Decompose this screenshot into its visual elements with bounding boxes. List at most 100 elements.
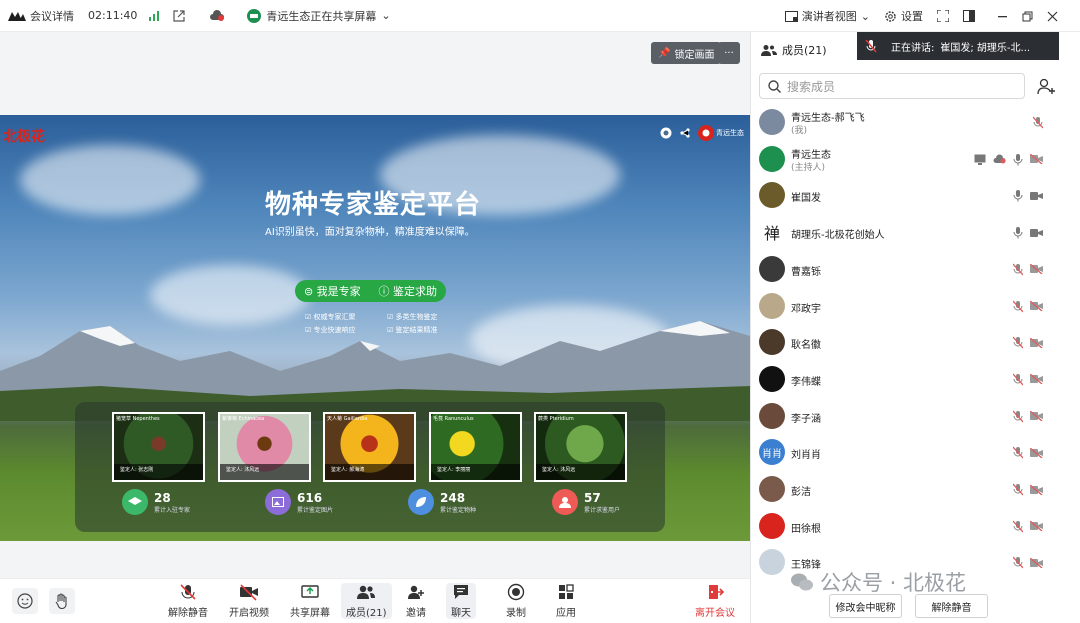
mic-off-icon xyxy=(1013,520,1023,533)
members-header-label: 成员(21) xyxy=(782,44,827,57)
member-role: (主持人) xyxy=(791,162,826,173)
member-row[interactable]: 曹嘉铄 xyxy=(751,251,1080,287)
expert-button[interactable]: ⊜ 我是专家 xyxy=(304,283,361,299)
mic-icon xyxy=(1013,189,1023,202)
settings-button[interactable]: 设置 xyxy=(884,8,923,24)
members-header: 成员(21) xyxy=(761,42,827,58)
member-search-input[interactable]: 搜索成员 xyxy=(759,73,1025,99)
meeting-timer: 02:11:40 xyxy=(88,9,138,22)
restore-icon[interactable] xyxy=(1022,11,1033,22)
logo-icon xyxy=(8,11,26,21)
member-row[interactable]: 彭洁 xyxy=(751,471,1080,507)
feature-item: ☑ 鉴定结果精准 xyxy=(387,326,438,334)
chevron-down-icon: ⌄ xyxy=(381,9,391,22)
member-name: 青远生态-郝飞飞 xyxy=(791,113,865,124)
member-row[interactable]: 禅胡理乐-北极花创始人 xyxy=(751,214,1080,250)
camera-off-icon xyxy=(1030,447,1043,458)
member-name: 胡理乐-北极花创始人 xyxy=(791,230,885,242)
slide-title: 物种专家鉴定平台 xyxy=(265,190,482,220)
member-status-icons xyxy=(1013,263,1043,276)
meeting-details[interactable]: 会议详情 xyxy=(8,8,74,24)
pin-icon: 📌 xyxy=(658,47,671,59)
invite-button[interactable]: 邀请 xyxy=(406,583,426,619)
member-row[interactable]: 青远生态 (主持人) xyxy=(751,141,1080,177)
member-status-icons xyxy=(974,153,1043,166)
cta-group: ⊜ 我是专家 ⓘ 鉴定求助 xyxy=(295,280,446,302)
member-row[interactable]: 崔国发 xyxy=(751,177,1080,213)
reaction-button[interactable] xyxy=(12,588,38,614)
member-row[interactable]: 邓政宇 xyxy=(751,288,1080,324)
avatar xyxy=(759,476,785,502)
share-screen-button[interactable]: 共享屏幕 xyxy=(290,583,330,619)
raise-hand-button[interactable] xyxy=(49,588,75,614)
lock-view-button[interactable]: 📌 锁定画面 xyxy=(651,42,722,64)
org-logo-icon xyxy=(698,125,714,141)
member-name: 李伟蝶 xyxy=(791,376,821,388)
add-user-icon xyxy=(408,585,424,599)
leave-meeting-label: 离开会议 xyxy=(695,608,735,619)
avatar xyxy=(759,402,785,429)
members-button[interactable]: 成员(21) xyxy=(341,583,392,619)
help-button[interactable]: ⓘ 鉴定求助 xyxy=(379,283,438,299)
avatar xyxy=(759,255,785,282)
members-label: 成员(21) xyxy=(346,608,387,619)
member-row[interactable]: 田徐根 xyxy=(751,508,1080,544)
more-options-button[interactable]: ··· xyxy=(718,42,740,64)
member-status-icons xyxy=(1013,483,1043,496)
minimize-icon[interactable] xyxy=(997,11,1008,22)
stat-number: 248 xyxy=(440,490,466,505)
leave-meeting-button[interactable]: 离开会议 xyxy=(695,583,735,619)
mic-off-icon xyxy=(1013,300,1023,313)
card-footer: 鉴定人: 张志刚 xyxy=(114,464,203,480)
watermark-text: 公众号 · 北极花 xyxy=(820,571,967,595)
member-row[interactable]: 耿名徽 xyxy=(751,324,1080,360)
members-icon xyxy=(761,45,777,56)
expert-button-label: 我是专家 xyxy=(316,285,361,298)
record-icon xyxy=(507,583,525,601)
member-status-icons xyxy=(1013,556,1043,569)
cloud-record-icon[interactable] xyxy=(209,10,225,21)
member-name: 刘肖肖 xyxy=(791,450,821,462)
member-row[interactable]: 青远生态-郝飞飞 (我) xyxy=(751,104,1080,140)
feature-item: ☑ 专业快速响应 xyxy=(305,326,356,334)
card-footer: 鉴定人: 沐风远 xyxy=(536,464,625,480)
stat-number: 57 xyxy=(584,490,601,505)
close-icon[interactable] xyxy=(1047,11,1058,22)
record-button[interactable]: 录制 xyxy=(506,583,526,619)
speaker-view-button[interactable]: 演讲者视图 ⌄ xyxy=(784,8,870,24)
start-video-button[interactable]: 开启视频 xyxy=(229,583,269,619)
feature-label: 鉴定结果精准 xyxy=(395,326,438,334)
start-video-label: 开启视频 xyxy=(229,608,269,619)
member-row[interactable]: 肖肖 刘肖肖 xyxy=(751,434,1080,470)
member-status-icons xyxy=(1013,520,1043,533)
member-role: (我) xyxy=(791,126,808,136)
camera-off-icon xyxy=(1030,411,1043,422)
member-name: 耿名徽 xyxy=(791,340,821,352)
settings-label: 设置 xyxy=(901,10,923,23)
chat-button[interactable]: 聊天 xyxy=(446,583,476,619)
apps-button[interactable]: 应用 xyxy=(556,583,576,619)
open-external-icon[interactable] xyxy=(173,9,186,22)
speaking-names: 崔国发; 胡理乐-北... xyxy=(940,42,1031,54)
unmute-button[interactable]: 解除静音 xyxy=(168,583,208,619)
unmute-all-button[interactable]: 解除静音 xyxy=(915,594,988,618)
member-status-icons xyxy=(1013,226,1043,239)
watermark: 公众号 · 北极花 xyxy=(790,567,966,597)
speaking-label: 正在讲话: xyxy=(891,42,935,54)
sidebar-toggle-icon[interactable] xyxy=(963,10,975,22)
add-user-icon xyxy=(1037,78,1055,95)
help-button-label: 鉴定求助 xyxy=(393,285,438,298)
avatar xyxy=(759,182,785,209)
member-row[interactable]: 李子涵 xyxy=(751,398,1080,434)
rename-button[interactable]: 修改会中昵称 xyxy=(829,594,902,618)
image-icon xyxy=(265,489,291,515)
member-row[interactable]: 李伟蝶 xyxy=(751,361,1080,397)
camera-icon xyxy=(1030,228,1043,238)
exit-icon xyxy=(709,585,724,599)
mic-off-icon xyxy=(1013,483,1023,496)
avatar xyxy=(759,365,785,392)
screen-share-status[interactable]: 青远生态正在共享屏幕 ⌄ xyxy=(247,8,391,24)
invite-member-button[interactable] xyxy=(1034,73,1058,99)
card-tag: 蕨类 Pteridium xyxy=(538,416,574,422)
fullscreen-icon[interactable] xyxy=(937,10,949,22)
